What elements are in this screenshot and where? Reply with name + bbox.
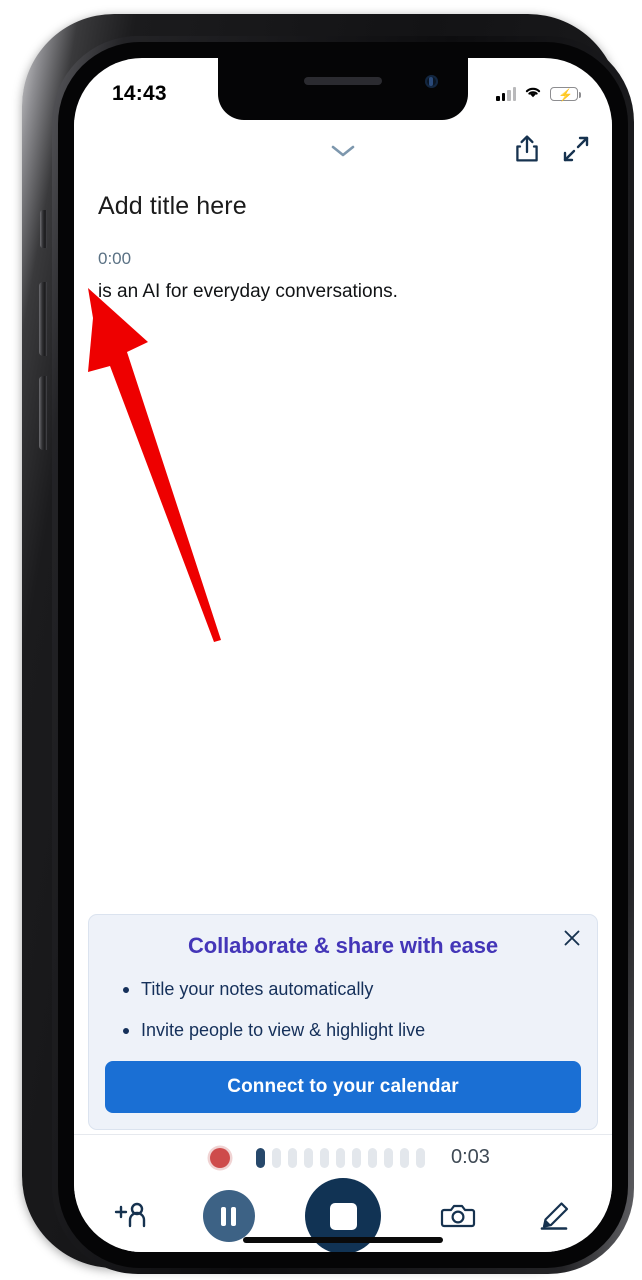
pause-icon [221,1206,226,1226]
list-item: Title your notes automatically [123,979,581,1000]
waveform-bar [352,1147,361,1168]
top-actions [514,134,590,164]
highlighter-pen-icon [540,1202,569,1230]
audio-waveform [256,1147,425,1168]
connect-calendar-button[interactable]: Connect to your calendar [105,1061,581,1113]
chevron-down-icon [331,145,355,157]
waveform-bar [320,1147,329,1168]
earpiece-speaker [304,77,382,85]
wifi-icon [523,84,543,104]
battery-charging-icon: ⚡ [550,87,582,102]
waveform-bar [384,1147,393,1168]
app-content: Add title here 0:00 is an AI for everyda… [74,120,612,1252]
expand-button[interactable] [562,135,590,163]
camera-button[interactable] [432,1200,484,1232]
phone-screen: 14:43 ⚡ Add title here 0:00 is an AI for… [74,58,612,1252]
list-item: Invite people to view & highlight live [123,1020,581,1041]
waveform-bar [336,1147,345,1168]
status-bar-time: 14:43 [112,82,167,105]
home-indicator [243,1237,443,1243]
volume-down-button[interactable] [39,376,47,450]
screenshot-stage: 14:43 ⚡ Add title here 0:00 is an AI for… [0,0,642,1280]
waveform-bar [256,1147,265,1168]
waveform-bar [304,1147,313,1168]
promo-close-button[interactable] [560,926,584,950]
share-icon [516,135,538,162]
add-person-button[interactable] [106,1199,158,1233]
waveform-bar [416,1147,425,1168]
transcript-text[interactable]: is an AI for everyday conversations. [74,269,612,305]
status-bar-indicators: ⚡ [496,84,582,104]
waveform-bar [288,1147,297,1168]
waveform-bar [368,1147,377,1168]
mute-switch-button[interactable] [40,210,47,248]
recording-status-bar: 0:03 [74,1134,612,1180]
pause-icon [231,1206,236,1226]
collapse-note-button[interactable] [321,138,365,164]
close-icon [564,930,580,946]
transcript-timestamp[interactable]: 0:00 [74,221,612,269]
recording-elapsed-time: 0:03 [451,1146,490,1168]
cellular-signal-icon [496,87,516,101]
highlighter-button[interactable] [528,1200,580,1232]
note-title-input[interactable]: Add title here [74,178,612,221]
promo-card-title: Collaborate & share with ease [187,933,499,958]
add-person-icon [114,1202,146,1228]
promo-benefits-list: Title your notes automatically Invite pe… [105,979,581,1041]
front-camera-icon [425,75,438,88]
stop-icon [329,1202,357,1230]
waveform-bar [400,1147,409,1168]
camera-icon [440,1204,475,1228]
waveform-bar [272,1147,281,1168]
pause-recording-button[interactable] [202,1190,255,1242]
note-top-bar [74,120,612,178]
promo-card: Collaborate & share with ease Title your… [88,914,598,1130]
volume-up-button[interactable] [39,282,47,356]
recording-indicator [210,1147,230,1168]
device-notch [218,58,468,120]
phone-frame: 14:43 ⚡ Add title here 0:00 is an AI for… [22,14,634,1274]
expand-arrows-icon [563,136,589,162]
share-button[interactable] [514,134,540,164]
